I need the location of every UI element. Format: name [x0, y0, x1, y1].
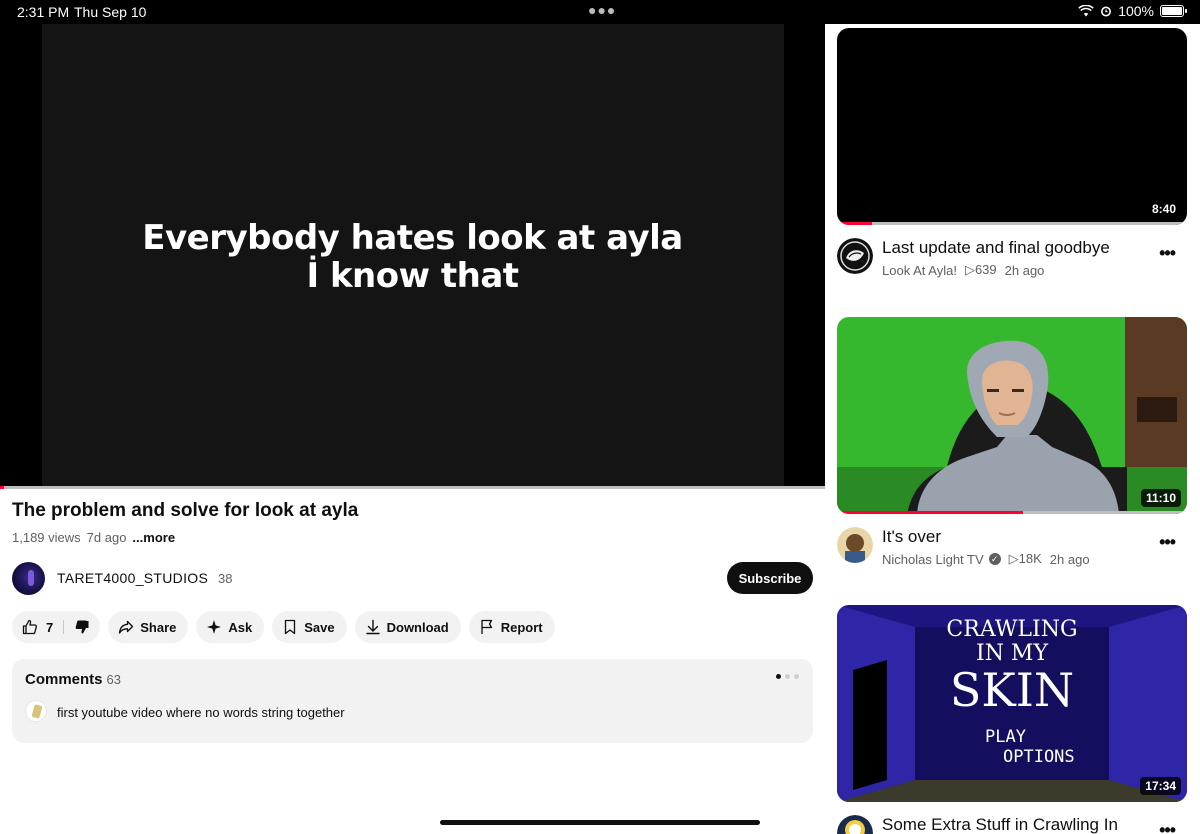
like-count[interactable]: 7	[46, 620, 53, 635]
bookmark-icon	[285, 619, 296, 635]
like-divider	[63, 620, 65, 634]
video-info: It's over Nicholas Light TV ✓ ▷18K 2h ag…	[837, 524, 1187, 580]
video-thumbnail[interactable]: 11:10	[837, 317, 1187, 514]
duration-badge: 8:40	[1146, 200, 1181, 218]
thumbnail-image	[837, 317, 1187, 514]
video-info: Some Extra Stuff in Crawling In •••	[837, 812, 1187, 834]
status-bar-right: 100%	[825, 0, 1200, 24]
share-icon	[119, 620, 134, 634]
comments-header: Comments 63	[25, 671, 121, 688]
status-time: 2:31 PM	[17, 4, 70, 20]
comments-label: Comments	[25, 671, 103, 688]
video-thumbnail[interactable]: CRAWLING IN MY SKIN PLAY OPTIONS 17:34	[837, 605, 1187, 802]
video-title: The problem and solve for look at ayla	[12, 500, 359, 521]
recommended-video[interactable]: CRAWLING IN MY SKIN PLAY OPTIONS 17:34 S…	[837, 605, 1187, 834]
comments-count: 63	[106, 672, 121, 687]
download-label: Download	[386, 619, 449, 635]
duration-badge: 17:34	[1140, 777, 1181, 795]
more-link[interactable]: ...more	[132, 530, 175, 545]
share-label: Share	[140, 619, 177, 635]
more-options-icon[interactable]: •••	[1159, 820, 1176, 834]
views: ▷639	[964, 262, 997, 277]
flag-icon	[481, 619, 492, 634]
thumbs-up-icon[interactable]	[22, 619, 38, 635]
comments-pager	[776, 674, 799, 679]
download-button[interactable]: Download	[354, 611, 461, 643]
download-icon	[365, 619, 380, 635]
channel-avatar[interactable]	[837, 527, 873, 563]
save-button[interactable]: Save	[272, 611, 347, 643]
status-bar: 2:31 PM Thu Sep 10 ●●●	[0, 0, 825, 24]
view-count: 1,189 views	[12, 530, 81, 545]
like-dislike-pill: 7	[12, 611, 101, 643]
comments-card[interactable]: Comments 63 first youtube video where no …	[12, 659, 813, 743]
video-meta: Nicholas Light TV ✓ ▷18K 2h ago	[882, 551, 1090, 567]
subscriber-count: 38	[218, 571, 233, 586]
top-comment-text: first youtube video where no words strin…	[57, 705, 345, 720]
play-icon: ▷	[964, 262, 975, 277]
verified-icon: ✓	[988, 553, 1001, 565]
ask-label: Ask	[228, 619, 253, 635]
wifi-icon	[1078, 5, 1094, 17]
upload-age: 7d ago	[86, 530, 127, 545]
battery-icon	[1160, 5, 1187, 17]
video-meta: 1,189 views 7d ago ...more	[12, 530, 175, 545]
watch-progress	[837, 222, 1187, 225]
alarm-icon	[1101, 6, 1112, 17]
recommended-video[interactable]: 11:10 It's over Nicholas Light TV ✓ ▷18K…	[837, 317, 1187, 580]
duration-badge: 11:10	[1140, 489, 1181, 507]
home-indicator[interactable]	[440, 820, 760, 825]
thumbnail-menu-text: PLAY OPTIONS	[985, 727, 1075, 767]
multitasking-dots-icon[interactable]: ●●●	[588, 2, 616, 18]
channel-name: Look At Ayla!	[882, 262, 957, 278]
commenter-avatar	[25, 700, 47, 722]
channel-name: Nicholas Light TV	[882, 551, 984, 567]
video-frame-text: Everybody hates look at ayla İ know that	[142, 218, 683, 296]
video-thumbnail[interactable]: 8:40	[837, 28, 1187, 225]
report-button[interactable]: Report	[468, 611, 555, 643]
video-title[interactable]: Some Extra Stuff in Crawling In	[882, 815, 1118, 834]
share-button[interactable]: Share	[108, 611, 189, 643]
channel-avatar[interactable]	[837, 815, 873, 834]
channel-name[interactable]: TARET4000_STUDIOS	[57, 570, 208, 586]
sparkle-icon	[207, 620, 222, 634]
action-bar: 7 Share Ask Save Download Report	[12, 611, 555, 643]
recommended-video[interactable]: 8:40 Last update and final goodbye Look …	[837, 28, 1187, 291]
player-progress-bar[interactable]	[0, 486, 825, 489]
report-label: Report	[500, 619, 543, 635]
video-info: Last update and final goodbye Look At Ay…	[837, 235, 1187, 291]
ask-button[interactable]: Ask	[196, 611, 265, 643]
thumbs-down-icon[interactable]	[74, 619, 90, 635]
save-label: Save	[304, 619, 335, 635]
video-title[interactable]: It's over	[882, 527, 941, 547]
channel-row: TARET4000_STUDIOS 38 Subscribe	[12, 561, 813, 595]
video-title[interactable]: Last update and final goodbye	[882, 238, 1110, 258]
status-date: Thu Sep 10	[74, 4, 147, 20]
upload-age: 2h ago	[1004, 262, 1045, 278]
watch-progress	[837, 511, 1187, 514]
thumbnail-title-text: CRAWLING IN MY SKIN	[946, 617, 1078, 717]
player-progress-played	[0, 486, 5, 489]
video-meta: Look At Ayla! ▷639 2h ago	[882, 262, 1044, 278]
app-root: 2:31 PM Thu Sep 10 ●●● 100% Everybody ha…	[0, 0, 1200, 834]
play-icon: ▷	[1008, 551, 1019, 566]
views: ▷18K	[1008, 551, 1042, 566]
battery-percent: 100%	[1118, 3, 1154, 19]
more-options-icon[interactable]: •••	[1159, 243, 1176, 264]
more-options-icon[interactable]: •••	[1159, 532, 1176, 553]
channel-avatar[interactable]	[12, 562, 45, 595]
video-player[interactable]: Everybody hates look at ayla İ know that	[0, 24, 825, 487]
upload-age: 2h ago	[1049, 551, 1090, 567]
subscribe-button[interactable]: Subscribe	[727, 562, 813, 594]
channel-avatar[interactable]	[837, 238, 873, 274]
